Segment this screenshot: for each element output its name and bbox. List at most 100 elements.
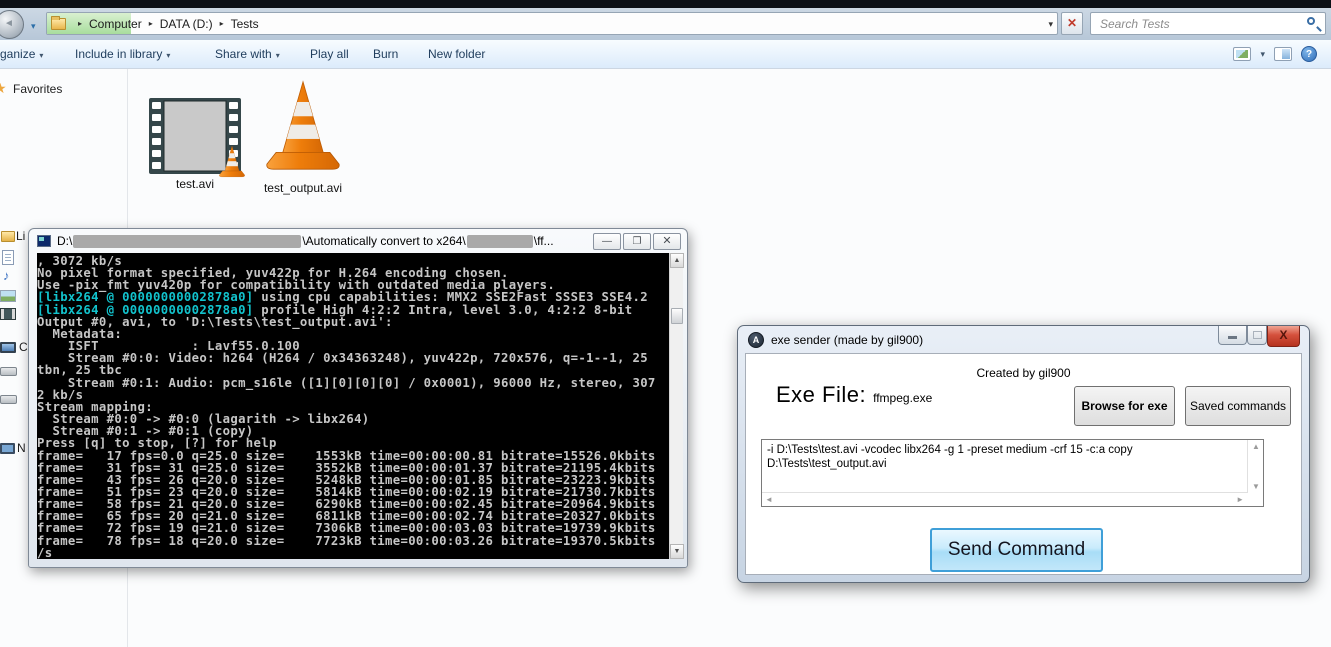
file-label: test_output.avi bbox=[263, 181, 343, 195]
file-label: test.avi bbox=[175, 177, 214, 191]
command-textarea[interactable]: -i D:\Tests\test.avi -vcodec libx264 -g … bbox=[761, 439, 1264, 507]
scroll-down-icon[interactable]: ▼ bbox=[670, 544, 684, 559]
toolbar-item-burn[interactable]: Burn bbox=[373, 47, 398, 61]
search-input[interactable]: Search Tests bbox=[1090, 12, 1326, 35]
chevron-down-icon: ▾ bbox=[275, 51, 280, 60]
chevron-down-icon: ▾ bbox=[39, 51, 44, 60]
help-icon[interactable]: ? bbox=[1301, 46, 1317, 62]
window-top-edge bbox=[0, 0, 1331, 8]
toolbar-item-share-with[interactable]: Share with ▾ bbox=[215, 47, 280, 61]
console-scrollbar[interactable]: ▲ ▼ bbox=[669, 253, 684, 559]
console-line: frame= 17 fps=0.0 q=25.0 size= 1553kB ti… bbox=[37, 448, 656, 463]
file-test-avi[interactable]: test.avi bbox=[146, 97, 244, 191]
favorites-star-icon: ★ bbox=[0, 80, 7, 96]
search-placeholder: Search Tests bbox=[1100, 17, 1170, 31]
console-line: frame= 78 fps= 18 q=20.0 size= 7723kB ti… bbox=[37, 533, 656, 548]
address-dropdown-icon[interactable]: ▾ bbox=[1048, 19, 1053, 30]
data-drive-icon[interactable] bbox=[0, 395, 17, 404]
saved-commands-button[interactable]: Saved commands bbox=[1185, 386, 1291, 426]
breadcrumb-item[interactable]: Tests bbox=[231, 17, 259, 31]
console-restore-button[interactable]: ❐ bbox=[623, 233, 651, 250]
console-line: tbn, 25 tbc bbox=[37, 363, 123, 378]
sidebar-item-computer[interactable]: C bbox=[19, 340, 28, 354]
command-vscrollbar[interactable]: ▲ ▼ bbox=[1247, 440, 1263, 493]
redacted-blob bbox=[73, 234, 302, 248]
address-cancel-button[interactable]: ✕ bbox=[1061, 12, 1083, 35]
scroll-left-icon[interactable]: ◄ bbox=[765, 495, 773, 504]
system-drive-icon[interactable] bbox=[0, 367, 17, 376]
console-line: Stream #0:0: Video: h264 (H264 / 0x34363… bbox=[37, 351, 648, 366]
change-view-icon[interactable] bbox=[1233, 47, 1252, 61]
created-by-text: Created by gil900 bbox=[976, 366, 1071, 380]
toolbar-item-label: Play all bbox=[310, 47, 349, 61]
browse-for-exe-button[interactable]: Browse for exe bbox=[1074, 386, 1175, 426]
folder-icon bbox=[51, 16, 66, 30]
minimize-button[interactable] bbox=[1218, 326, 1247, 345]
breadcrumb-separator-icon: ▸ bbox=[78, 19, 83, 28]
file-test-output-avi[interactable]: test_output.avi bbox=[255, 78, 351, 195]
close-button[interactable]: X bbox=[1267, 326, 1300, 347]
toolbar-item-play-all[interactable]: Play all bbox=[310, 47, 349, 61]
computer-icon bbox=[0, 342, 16, 353]
exe-file-label: Exe File: bbox=[776, 382, 867, 407]
console-line: Output #0, avi, to 'D:\Tests\test_output… bbox=[37, 314, 393, 329]
breadcrumb-item[interactable]: DATA (D:) bbox=[160, 17, 213, 31]
nav-history-caret-icon[interactable]: ▾ bbox=[31, 21, 36, 32]
exe-sender-window[interactable]: A exe sender (made by gil900) X Created … bbox=[737, 325, 1310, 583]
exe-sender-client-area: Created by gil900 Exe File: ffmpeg.exe B… bbox=[745, 353, 1302, 575]
sidebar-item-network[interactable]: N bbox=[17, 441, 26, 455]
vlc-cone-overlay-icon bbox=[217, 145, 247, 178]
vlc-cone-icon bbox=[261, 78, 345, 173]
toolbar-item-label: Share with bbox=[215, 47, 272, 61]
console-line: /s bbox=[37, 545, 53, 559]
scroll-up-icon[interactable]: ▲ bbox=[1252, 442, 1260, 451]
preview-pane-icon[interactable] bbox=[1274, 47, 1292, 61]
breadcrumb-separator-icon: ▸ bbox=[148, 19, 153, 28]
maximize-button bbox=[1247, 326, 1267, 345]
console-title: D:\ \Automatically convert to x264\ \ff... bbox=[57, 234, 554, 248]
pictures-icon[interactable] bbox=[0, 290, 16, 302]
documents-icon[interactable] bbox=[2, 250, 14, 265]
window-title: exe sender (made by gil900) bbox=[771, 332, 924, 347]
navigation-bar: ▾ ▸ Computer ▸ DATA (D:) ▸ Tests ▾ ✕ Search T… bbox=[0, 8, 1331, 40]
console-window[interactable]: D:\ \Automatically convert to x264\ \ff...… bbox=[28, 228, 688, 568]
music-icon[interactable]: ♪ bbox=[3, 268, 10, 283]
scroll-right-icon[interactable]: ► bbox=[1236, 495, 1244, 504]
breadcrumb: ▸ Computer ▸ DATA (D:) ▸ Tests bbox=[71, 13, 259, 34]
redacted-blob bbox=[466, 234, 533, 248]
sidebar-item-favorites[interactable]: Favorites bbox=[13, 82, 62, 96]
scroll-up-icon[interactable]: ▲ bbox=[670, 253, 684, 268]
toolbar-item-label: ganize bbox=[0, 47, 36, 61]
console-title-bar[interactable]: D:\ \Automatically convert to x264\ \ff... bbox=[29, 229, 687, 253]
console-close-button[interactable]: ✕ bbox=[653, 233, 681, 250]
scroll-down-icon[interactable]: ▼ bbox=[1252, 482, 1260, 491]
console-minimize-button[interactable]: — bbox=[593, 233, 621, 250]
network-icon bbox=[0, 443, 15, 454]
toolbar-item-label: Include in library bbox=[75, 47, 163, 61]
console-icon bbox=[37, 235, 51, 247]
toolbar-item-ganize[interactable]: ganize ▾ bbox=[0, 47, 43, 61]
search-icon bbox=[1307, 17, 1315, 25]
console-line: frame= 72 fps= 19 q=21.0 size= 7306kB ti… bbox=[37, 521, 656, 536]
change-view-caret-icon[interactable]: ▾ bbox=[1260, 49, 1265, 60]
console-line: Stream #0:1: Audio: pcm_s16le ([1][0][0]… bbox=[37, 375, 656, 390]
breadcrumb-separator-icon: ▸ bbox=[219, 19, 224, 28]
breadcrumb-item[interactable]: Computer bbox=[89, 17, 142, 31]
address-bar[interactable]: ▸ Computer ▸ DATA (D:) ▸ Tests ▾ bbox=[46, 12, 1058, 35]
command-text: -i D:\Tests\test.avi -vcodec libx264 -g … bbox=[767, 444, 1133, 470]
back-button[interactable] bbox=[0, 10, 24, 39]
toolbar-item-new-folder[interactable]: New folder bbox=[428, 47, 485, 61]
toolbar-item-label: Burn bbox=[373, 47, 399, 61]
console-line: [libx264 @ 00000000002878a0] profile Hig… bbox=[37, 302, 633, 317]
command-hscrollbar[interactable]: ◄ ► bbox=[762, 492, 1247, 506]
sidebar-item-libraries[interactable]: Li bbox=[16, 229, 25, 243]
send-command-button[interactable]: Send Command bbox=[930, 528, 1103, 572]
command-toolbar: ganize ▾ Include in library ▾ Share with ▾ Pla… bbox=[0, 40, 1331, 69]
scroll-thumb[interactable] bbox=[671, 308, 683, 324]
toolbar-item-label: New folder bbox=[428, 47, 486, 61]
app-icon: A bbox=[748, 331, 764, 348]
exe-file-value: ffmpeg.exe bbox=[873, 391, 933, 405]
videos-icon[interactable] bbox=[0, 308, 16, 320]
toolbar-item-include-in-library[interactable]: Include in library ▾ bbox=[75, 47, 170, 61]
filmstrip-vlc-icon bbox=[148, 97, 241, 174]
